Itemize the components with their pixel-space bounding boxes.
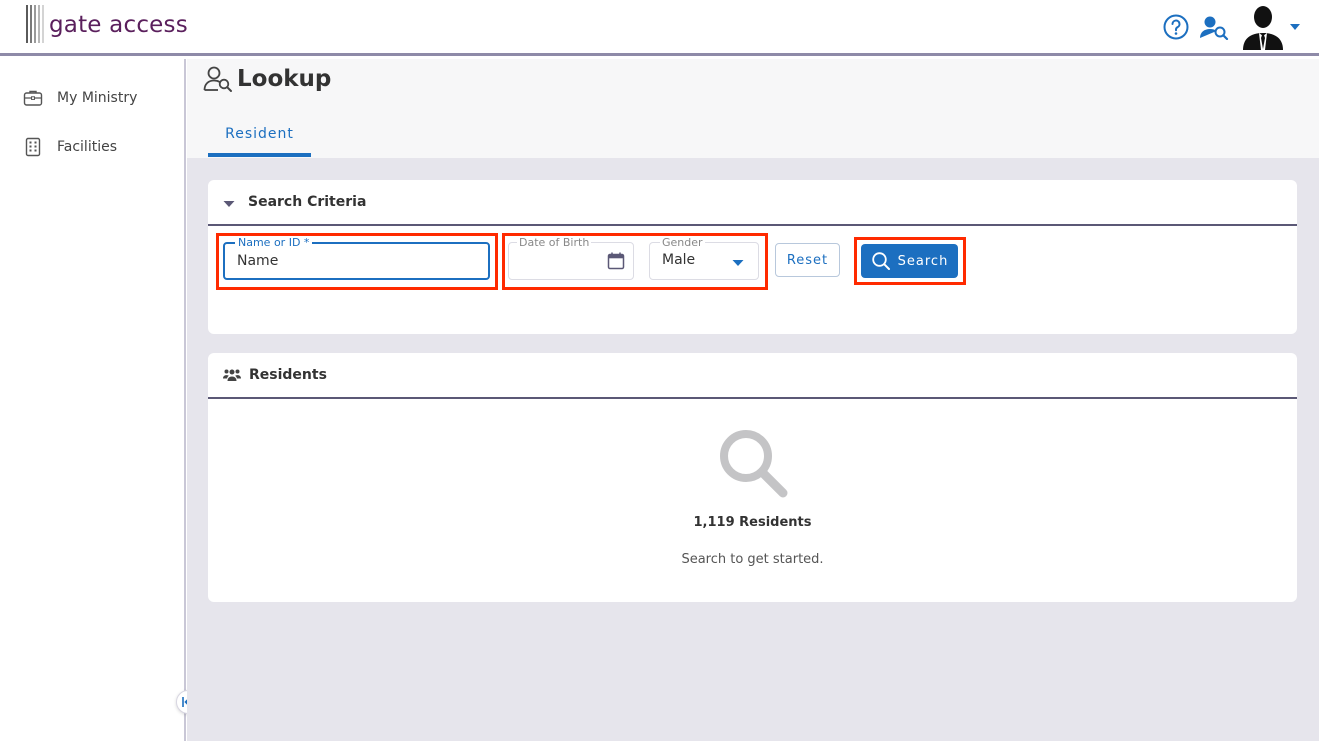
gender-value: Male bbox=[662, 252, 696, 268]
logo-bars-icon bbox=[26, 5, 46, 43]
reset-button[interactable]: Reset bbox=[775, 243, 840, 277]
date-of-birth-label: Date of Birth bbox=[517, 236, 592, 249]
name-or-id-label: Name or ID * bbox=[235, 236, 313, 249]
page-title: Lookup bbox=[237, 66, 332, 92]
caret-down-icon[interactable] bbox=[223, 198, 235, 210]
chevron-down-icon[interactable] bbox=[1289, 21, 1301, 33]
magnifier-icon bbox=[719, 430, 787, 498]
residents-count: 1,119 Residents bbox=[693, 515, 812, 530]
search-criteria-header[interactable]: Search Criteria bbox=[208, 180, 1297, 226]
empty-state: 1,119 Residents Search to get started. bbox=[208, 401, 1297, 567]
avatar[interactable] bbox=[1241, 4, 1285, 50]
top-bar: gate access bbox=[0, 0, 1319, 56]
empty-hint: Search to get started. bbox=[681, 552, 824, 567]
residents-card: Residents 1,119 Residents Search to get … bbox=[208, 353, 1297, 602]
sidebar-item-facilities[interactable]: Facilities bbox=[23, 133, 117, 161]
page-title-group: Lookup bbox=[203, 65, 331, 93]
date-of-birth-input[interactable]: Date of Birth bbox=[508, 236, 634, 280]
calendar-icon[interactable] bbox=[607, 252, 625, 270]
header-actions bbox=[1163, 4, 1301, 50]
search-criteria-card: Search Criteria Name or ID * Name Date o… bbox=[208, 180, 1297, 334]
sidebar-item-my-ministry[interactable]: My Ministry bbox=[23, 84, 137, 112]
name-or-id-input[interactable]: Name or ID * Name bbox=[223, 236, 490, 280]
gender-label: Gender bbox=[660, 236, 705, 249]
main-content: Lookup Resident Search Criteria Name or … bbox=[187, 59, 1319, 741]
page-header: Lookup Resident bbox=[187, 59, 1319, 158]
building-icon bbox=[25, 137, 41, 157]
search-criteria-title: Search Criteria bbox=[248, 194, 367, 210]
user-search-icon[interactable] bbox=[1199, 14, 1229, 40]
tab-resident[interactable]: Resident bbox=[208, 115, 311, 157]
residents-header: Residents bbox=[208, 353, 1297, 399]
sidebar: My Ministry Facilities bbox=[8, 59, 186, 741]
search-button-label: Search bbox=[897, 253, 949, 269]
search-icon bbox=[871, 252, 890, 270]
help-icon[interactable] bbox=[1163, 14, 1189, 40]
sidebar-item-label: My Ministry bbox=[57, 90, 138, 106]
user-search-icon bbox=[203, 66, 232, 92]
chevron-down-icon bbox=[732, 260, 744, 266]
search-button[interactable]: Search bbox=[861, 244, 958, 278]
users-icon bbox=[223, 369, 241, 381]
gender-select[interactable]: Gender Male bbox=[649, 236, 759, 280]
logo-text: gate access bbox=[49, 12, 188, 38]
briefcase-icon bbox=[23, 90, 43, 106]
sidebar-item-label: Facilities bbox=[57, 139, 117, 155]
app-logo[interactable]: gate access bbox=[26, 5, 188, 43]
residents-title: Residents bbox=[249, 367, 327, 383]
name-or-id-value: Name bbox=[237, 253, 279, 269]
